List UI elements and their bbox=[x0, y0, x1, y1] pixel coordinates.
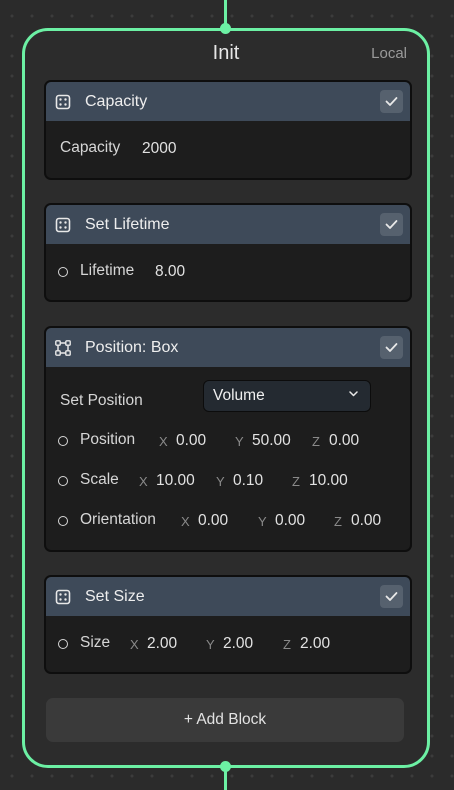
block-enabled-toggle[interactable] bbox=[380, 585, 403, 608]
add-block-button[interactable]: + Add Block bbox=[46, 698, 404, 742]
flow-output-port[interactable] bbox=[220, 761, 231, 772]
axis-x-label: X bbox=[159, 434, 168, 449]
block-title: Capacity bbox=[85, 92, 148, 110]
space-toggle[interactable]: Local bbox=[371, 45, 407, 62]
input-slot-icon[interactable] bbox=[58, 436, 68, 446]
scale-z-field[interactable]: 10.00 bbox=[309, 472, 348, 490]
block-header[interactable]: Capacity bbox=[46, 82, 410, 121]
axis-x-label: X bbox=[139, 474, 148, 489]
input-slot-icon[interactable] bbox=[58, 516, 68, 526]
input-slot-icon[interactable] bbox=[58, 476, 68, 486]
axis-z-label: Z bbox=[312, 434, 320, 449]
graph-canvas[interactable]: Init Local Capacity Capacity 2000 Set Li… bbox=[0, 0, 454, 790]
position-y-field[interactable]: 50.00 bbox=[252, 432, 294, 450]
check-icon bbox=[385, 592, 398, 601]
scale-x-field[interactable]: 10.00 bbox=[156, 472, 195, 490]
chevron-down-icon bbox=[349, 391, 358, 397]
orientation-x-field[interactable]: 0.00 bbox=[198, 512, 228, 530]
size-y-field[interactable]: 2.00 bbox=[223, 635, 253, 653]
size-label: Size bbox=[80, 634, 111, 651]
axis-x-label: X bbox=[181, 514, 190, 529]
orientation-y-field[interactable]: 0.00 bbox=[275, 512, 305, 530]
dice-icon bbox=[55, 94, 71, 110]
axis-z-label: Z bbox=[292, 474, 300, 489]
set-position-dropdown[interactable]: Volume bbox=[203, 380, 371, 412]
block-enabled-toggle[interactable] bbox=[380, 90, 403, 113]
block-header[interactable]: Set Size bbox=[46, 577, 410, 616]
input-slot-icon[interactable] bbox=[58, 639, 68, 649]
lifetime-label: Lifetime bbox=[80, 262, 135, 279]
axis-y-label: Y bbox=[258, 514, 267, 529]
input-slot-icon[interactable] bbox=[58, 267, 68, 277]
lifetime-field[interactable]: 8.00 bbox=[155, 263, 185, 281]
capacity-label: Capacity bbox=[60, 139, 121, 156]
set-position-label: Set Position bbox=[60, 392, 143, 409]
axis-z-label: Z bbox=[334, 514, 342, 529]
dice-icon bbox=[55, 217, 71, 233]
context-title: Init bbox=[212, 42, 240, 64]
size-z-field[interactable]: 2.00 bbox=[300, 635, 330, 653]
position-box-block[interactable]: Position: Box Set Position Volume Positi… bbox=[44, 326, 412, 552]
dice-icon bbox=[55, 589, 71, 605]
axis-y-label: Y bbox=[206, 637, 215, 652]
dropdown-value: Volume bbox=[213, 387, 265, 404]
capacity-block[interactable]: Capacity Capacity 2000 bbox=[44, 80, 412, 180]
check-icon bbox=[385, 220, 398, 229]
scale-label: Scale bbox=[80, 471, 119, 488]
position-label: Position bbox=[80, 431, 136, 448]
axis-x-label: X bbox=[130, 637, 139, 652]
check-icon bbox=[385, 97, 398, 106]
block-title: Set Lifetime bbox=[85, 215, 170, 233]
block-enabled-toggle[interactable] bbox=[380, 336, 403, 359]
axis-y-label: Y bbox=[235, 434, 244, 449]
block-title: Position: Box bbox=[85, 338, 179, 356]
capacity-field[interactable]: 2000 bbox=[142, 140, 176, 158]
position-x-field[interactable]: 0.00 bbox=[176, 432, 206, 450]
set-lifetime-block[interactable]: Set Lifetime Lifetime 8.00 bbox=[44, 203, 412, 302]
orientation-z-field[interactable]: 0.00 bbox=[351, 512, 381, 530]
axis-y-label: Y bbox=[216, 474, 225, 489]
orientation-label: Orientation bbox=[80, 511, 156, 528]
set-size-block[interactable]: Set Size Size X 2.00 Y 2.00 Z 2.00 bbox=[44, 575, 412, 674]
flow-input-port[interactable] bbox=[220, 23, 231, 34]
position-z-field[interactable]: 0.00 bbox=[329, 432, 359, 450]
axis-z-label: Z bbox=[283, 637, 291, 652]
block-header[interactable]: Set Lifetime bbox=[46, 205, 410, 244]
block-header[interactable]: Position: Box bbox=[46, 328, 410, 367]
init-context-node[interactable]: Init Local Capacity Capacity 2000 Set Li… bbox=[22, 28, 430, 768]
check-icon bbox=[385, 343, 398, 352]
size-x-field[interactable]: 2.00 bbox=[147, 635, 177, 653]
block-enabled-toggle[interactable] bbox=[380, 213, 403, 236]
block-title: Set Size bbox=[85, 587, 145, 605]
scale-y-field[interactable]: 0.10 bbox=[233, 472, 263, 490]
box-shape-icon bbox=[55, 339, 71, 356]
